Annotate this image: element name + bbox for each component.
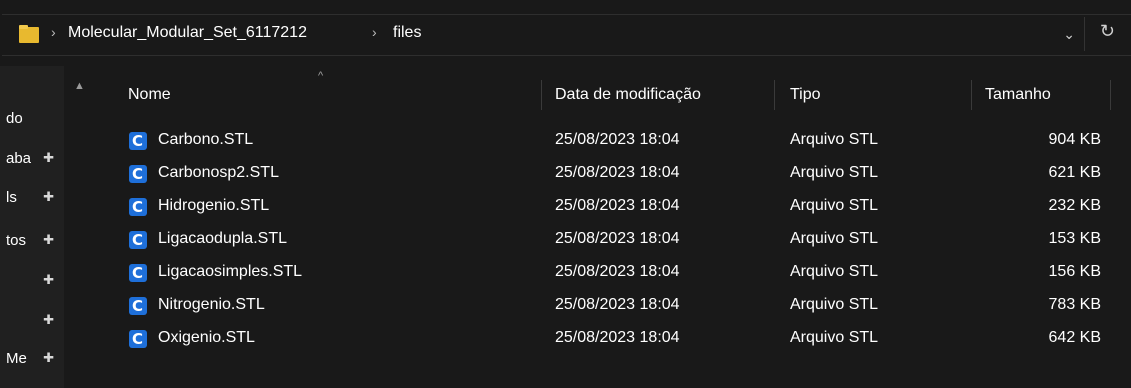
file-type: Arquivo STL [790,197,879,214]
column-divider[interactable] [971,80,972,110]
file-type: Arquivo STL [790,164,879,181]
file-type: Arquivo STL [790,296,879,313]
file-row[interactable]: C Carbonosp2.STL 25/08/2023 18:04 Arquiv… [95,160,1131,190]
nav-item-label: do [6,110,23,127]
stl-file-icon: C [129,231,147,249]
file-size: 783 KB [1048,296,1101,313]
breadcrumb-item-files[interactable]: files [393,24,421,42]
nav-item[interactable]: aba ✚ [0,147,64,171]
nav-item-label: ls [6,189,17,206]
nav-item-label: aba [6,150,32,167]
file-size: 156 KB [1048,263,1101,280]
nav-item-label: tos [6,232,27,249]
address-bar: › Molecular_Modular_Set_6117212 › files … [0,0,1131,66]
breadcrumb-separator: › [372,24,377,40]
file-size: 642 KB [1048,329,1101,346]
file-row[interactable]: C Ligacaodupla.STL 25/08/2023 18:04 Arqu… [95,226,1131,256]
column-header-name[interactable]: Nome [128,86,171,114]
file-size: 153 KB [1048,230,1101,247]
file-name: Hidrogenio.STL [158,197,270,214]
file-date: 25/08/2023 18:04 [555,329,680,346]
file-name: Ligacaodupla.STL [158,230,287,247]
column-divider[interactable] [541,80,542,110]
stl-file-icon: C [129,297,147,315]
stl-file-icon: C [129,198,147,216]
refresh-icon[interactable]: ↻ [1100,21,1115,42]
file-size: 904 KB [1048,131,1101,148]
breadcrumb-separator: › [51,24,56,40]
file-date: 25/08/2023 18:04 [555,296,680,313]
column-header-size[interactable]: Tamanho [985,86,1051,114]
sort-ascending-icon: ^ [318,70,324,82]
address-field[interactable]: › Molecular_Modular_Set_6117212 › files … [2,14,1131,56]
column-divider[interactable] [1110,80,1111,110]
file-date: 25/08/2023 18:04 [555,131,680,148]
file-type: Arquivo STL [790,230,879,247]
file-row[interactable]: C Oxigenio.STL 25/08/2023 18:04 Arquivo … [95,325,1131,355]
file-date: 25/08/2023 18:04 [555,164,680,181]
folder-icon [19,25,39,43]
nav-item[interactable]: ✚ [0,309,64,333]
column-header-type[interactable]: Tipo [790,86,821,114]
nav-item[interactable]: ls ✚ [0,186,64,210]
breadcrumb-item-set[interactable]: Molecular_Modular_Set_6117212 [68,24,307,42]
file-date: 25/08/2023 18:04 [555,263,680,280]
pin-icon: ✚ [43,350,54,365]
pin-icon: ✚ [43,312,54,327]
column-header-label: Tipo [790,86,821,103]
chevron-down-icon[interactable]: ⌄ [1063,26,1075,43]
file-date: 25/08/2023 18:04 [555,197,680,214]
stl-file-icon: C [129,330,147,348]
file-name: Carbonosp2.STL [158,164,279,181]
nav-item[interactable]: Me ✚ [0,347,64,371]
nav-item[interactable]: tos ✚ [0,229,64,253]
file-date: 25/08/2023 18:04 [555,230,680,247]
file-name: Carbono.STL [158,131,254,148]
navigation-pane: do aba ✚ ls ✚ tos ✚ ✚ ✚ Me ✚ [0,66,64,388]
file-type: Arquivo STL [790,131,879,148]
file-type: Arquivo STL [790,329,879,346]
file-type: Arquivo STL [790,263,879,280]
pin-icon: ✚ [43,189,54,204]
column-header-label: Tamanho [985,86,1051,103]
pin-icon: ✚ [43,232,54,247]
file-name: Ligacaosimples.STL [158,263,303,280]
stl-file-icon: C [129,132,147,150]
column-header-label: Data de modificação [555,86,701,103]
stl-file-icon: C [129,264,147,282]
column-divider[interactable] [774,80,775,110]
file-row[interactable]: C Ligacaosimples.STL 25/08/2023 18:04 Ar… [95,259,1131,289]
nav-scrollbar[interactable]: ▲ [64,66,94,388]
column-header-date[interactable]: Data de modificação [555,86,701,114]
file-name: Oxigenio.STL [158,329,255,346]
file-size: 232 KB [1048,197,1101,214]
file-row[interactable]: C Hidrogenio.STL 25/08/2023 18:04 Arquiv… [95,193,1131,223]
file-size: 621 KB [1048,164,1101,181]
pin-icon: ✚ [43,272,54,287]
nav-item[interactable]: ✚ [0,269,64,293]
stl-file-icon: C [129,165,147,183]
file-name: Nitrogenio.STL [158,296,265,313]
pin-icon: ✚ [43,150,54,165]
nav-item[interactable]: do [0,107,64,131]
nav-item-label: Me [6,350,27,367]
address-divider [1084,17,1085,51]
column-header-label: Nome [128,86,171,103]
file-row[interactable]: C Carbono.STL 25/08/2023 18:04 Arquivo S… [95,127,1131,157]
scroll-up-icon[interactable]: ▲ [74,80,85,92]
file-row[interactable]: C Nitrogenio.STL 25/08/2023 18:04 Arquiv… [95,292,1131,322]
